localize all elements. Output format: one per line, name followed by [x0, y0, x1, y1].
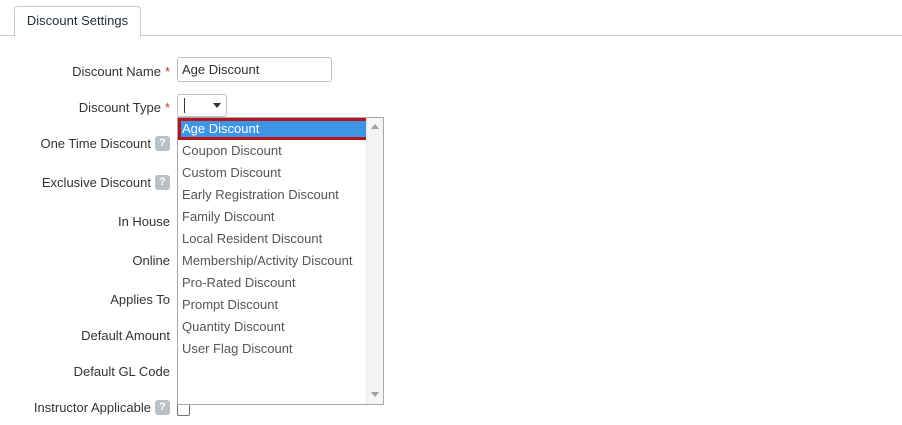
default-amount-label-text: Default Amount [81, 328, 170, 343]
question-mark-icon[interactable]: ? [155, 400, 170, 415]
instructor-applicable-label-text: Instructor Applicable [33, 400, 151, 415]
in-house-label: In House [118, 214, 170, 229]
applies-to-label-text: Applies To [110, 292, 170, 307]
discount-type-select[interactable] [177, 94, 227, 117]
dropdown-option[interactable]: Age Discount [178, 118, 370, 140]
applies-to-label: Applies To [110, 292, 170, 307]
tab-strip: Discount Settings [0, 0, 902, 37]
required-mark: * [164, 64, 170, 79]
online-label: Online [132, 253, 170, 268]
dropdown-option[interactable]: Early Registration Discount [178, 184, 366, 206]
dropdown-option[interactable]: Coupon Discount [178, 140, 366, 162]
question-mark-icon[interactable]: ? [155, 136, 170, 151]
in-house-label-text: In House [117, 214, 170, 229]
one-time-discount-label: One Time Discount ? [40, 136, 170, 151]
instructor-applicable-label: Instructor Applicable ? [34, 400, 170, 415]
exclusive-discount-label: Exclusive Discount ? [42, 175, 170, 190]
discount-type-options: Age Discount Coupon Discount Custom Discou… [178, 118, 370, 360]
default-gl-code-label-text: Default GL Code [73, 364, 170, 379]
discount-name-input[interactable] [177, 57, 332, 82]
dropdown-option[interactable]: Custom Discount [178, 162, 366, 184]
text-cursor [184, 98, 185, 113]
dropdown-option[interactable]: Pro-Rated Discount [178, 272, 366, 294]
scroll-down-icon[interactable] [371, 392, 379, 397]
dropdown-option[interactable]: Quantity Discount [178, 316, 366, 338]
tab-discount-settings[interactable]: Discount Settings [14, 6, 141, 37]
dropdown-option[interactable]: Prompt Discount [178, 294, 366, 316]
online-label-text: Online [132, 253, 170, 268]
default-amount-label: Default Amount [81, 328, 170, 343]
discount-type-label: Discount Type * [79, 100, 170, 115]
discount-name-label-text: Discount Name [72, 64, 161, 79]
required-mark: * [164, 100, 170, 115]
discount-type-dropdown[interactable]: Age Discount Coupon Discount Custom Discou… [177, 117, 384, 405]
exclusive-discount-label-text: Exclusive Discount [41, 175, 151, 190]
chevron-down-icon [213, 103, 221, 108]
dropdown-option[interactable]: User Flag Discount [178, 338, 366, 360]
dropdown-option[interactable]: Local Resident Discount [178, 228, 366, 250]
dropdown-scrollbar[interactable] [366, 118, 383, 404]
dropdown-option[interactable]: Family Discount [178, 206, 366, 228]
default-gl-code-label: Default GL Code [74, 364, 170, 379]
question-mark-icon[interactable]: ? [155, 175, 170, 190]
discount-name-label: Discount Name * [72, 64, 170, 79]
one-time-discount-label-text: One Time Discount [40, 136, 151, 151]
scroll-up-icon[interactable] [371, 124, 379, 129]
discount-type-label-text: Discount Type [78, 100, 161, 115]
dropdown-option[interactable]: Membership/Activity Discount [178, 250, 366, 272]
